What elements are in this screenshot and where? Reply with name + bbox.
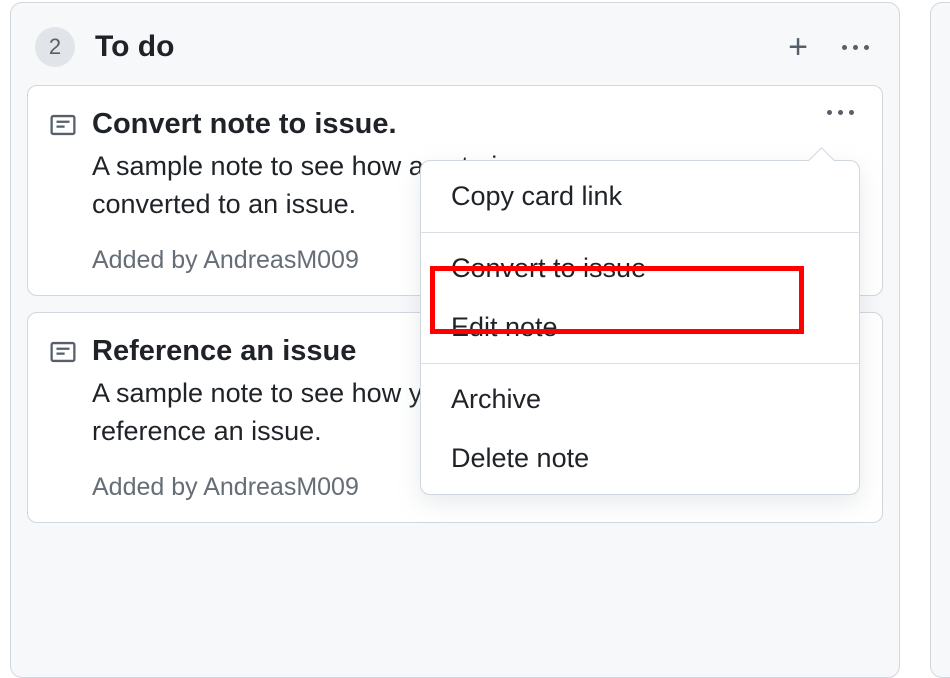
card-kebab-icon[interactable]	[823, 106, 858, 119]
adjacent-column-edge	[930, 2, 950, 678]
menu-delete-note[interactable]: Delete note	[421, 429, 859, 488]
note-icon	[50, 339, 76, 365]
card-title: Convert note to issue.	[92, 106, 860, 142]
card-actions-dropdown: Copy card link Convert to issue Edit not…	[420, 160, 860, 495]
plus-icon[interactable]: +	[788, 30, 808, 64]
menu-convert-to-issue[interactable]: Convert to issue	[421, 239, 859, 298]
column-title: To do	[95, 30, 788, 64]
column-header: 2 To do +	[27, 19, 883, 85]
column-header-actions: +	[788, 30, 875, 64]
menu-edit-note[interactable]: Edit note	[421, 298, 859, 357]
note-icon	[50, 112, 76, 138]
menu-copy-card-link[interactable]: Copy card link	[421, 167, 859, 226]
kebab-icon[interactable]	[836, 39, 875, 56]
column-count-badge: 2	[35, 27, 75, 67]
menu-archive[interactable]: Archive	[421, 370, 859, 429]
